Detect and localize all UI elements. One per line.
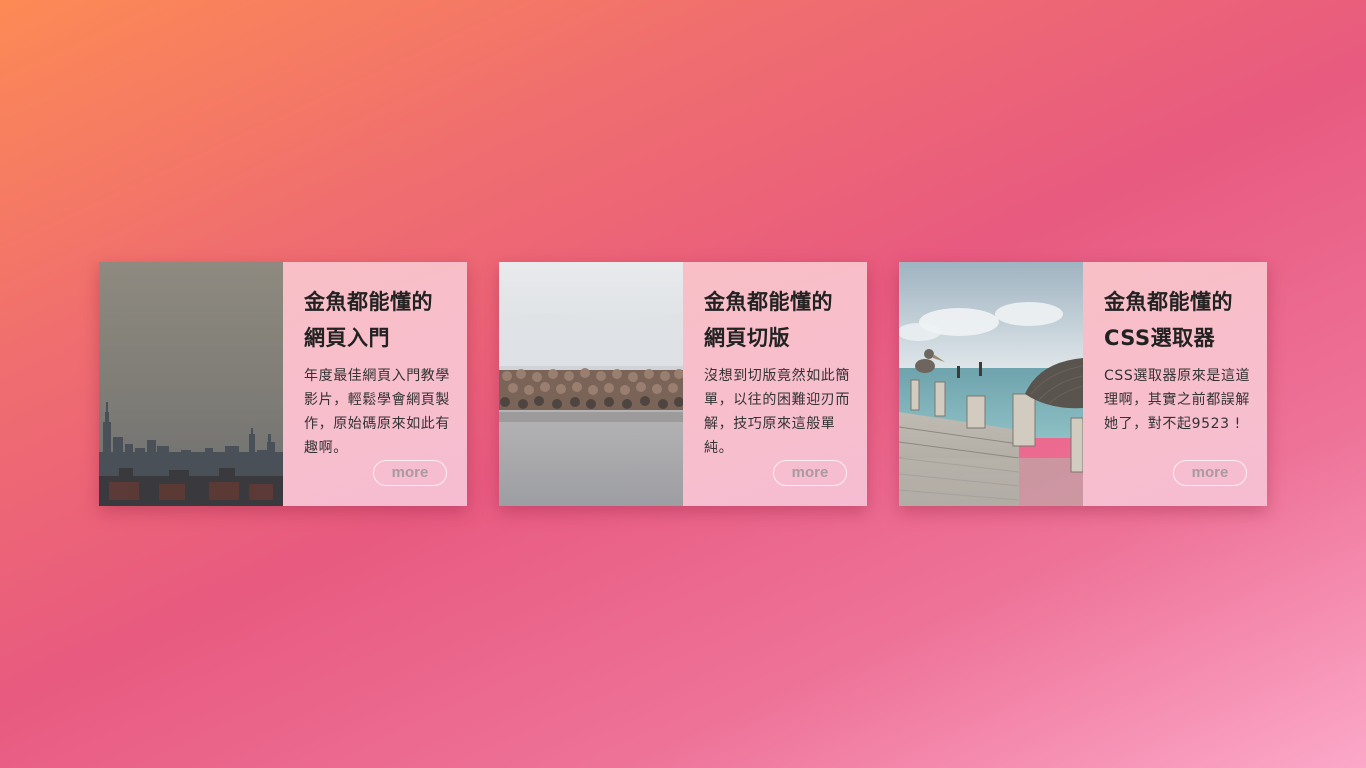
card-description: CSS選取器原來是這道理啊，其實之前都誤解她了，對不起9523 !: [1104, 368, 1251, 432]
more-button[interactable]: more: [773, 460, 847, 486]
card-title: 金魚都能懂的 CSS選取器: [1104, 284, 1251, 356]
card-web-layout: 金魚都能懂的 網頁切版 沒想到切版竟然如此簡單，以往的困難迎刃而解，技巧原來這般…: [499, 262, 867, 506]
card-css-selector: 金魚都能懂的 CSS選取器 CSS選取器原來是這道理啊，其實之前都誤解她了，對不…: [899, 262, 1267, 506]
card-title: 金魚都能懂的 網頁切版: [704, 284, 851, 356]
card-title-line: 金魚都能懂的: [1104, 290, 1233, 314]
city-skyline-image: [99, 262, 283, 506]
more-button[interactable]: more: [373, 460, 447, 486]
card-title-line: 金魚都能懂的: [704, 290, 833, 314]
card-description: 沒想到切版竟然如此簡單，以往的困難迎刃而解，技巧原來這般單純。: [704, 368, 850, 456]
card-body: 金魚都能懂的 CSS選取器 CSS選取器原來是這道理啊，其實之前都誤解她了，對不…: [1083, 262, 1267, 506]
card-title-line: 網頁入門: [304, 326, 390, 350]
card-body: 金魚都能懂的 網頁入門 年度最佳網頁入門教學影片，輕鬆學會網頁製作，原始碼原來如…: [283, 262, 467, 506]
card-title-line: CSS選取器: [1104, 326, 1216, 350]
card-title-line: 金魚都能懂的: [304, 290, 433, 314]
card-body: 金魚都能懂的 網頁切版 沒想到切版竟然如此簡單，以往的困難迎刃而解，技巧原來這般…: [683, 262, 867, 506]
card-web-intro: 金魚都能懂的 網頁入門 年度最佳網頁入門教學影片，輕鬆學會網頁製作，原始碼原來如…: [99, 262, 467, 506]
rock-breakwater-image: [499, 262, 683, 506]
pier-pelicans-image: [899, 262, 1083, 506]
card-description: 年度最佳網頁入門教學影片，輕鬆學會網頁製作，原始碼原來如此有趣啊。: [304, 368, 450, 456]
card-title: 金魚都能懂的 網頁入門: [304, 284, 451, 356]
card-title-line: 網頁切版: [704, 326, 790, 350]
more-button[interactable]: more: [1173, 460, 1247, 486]
